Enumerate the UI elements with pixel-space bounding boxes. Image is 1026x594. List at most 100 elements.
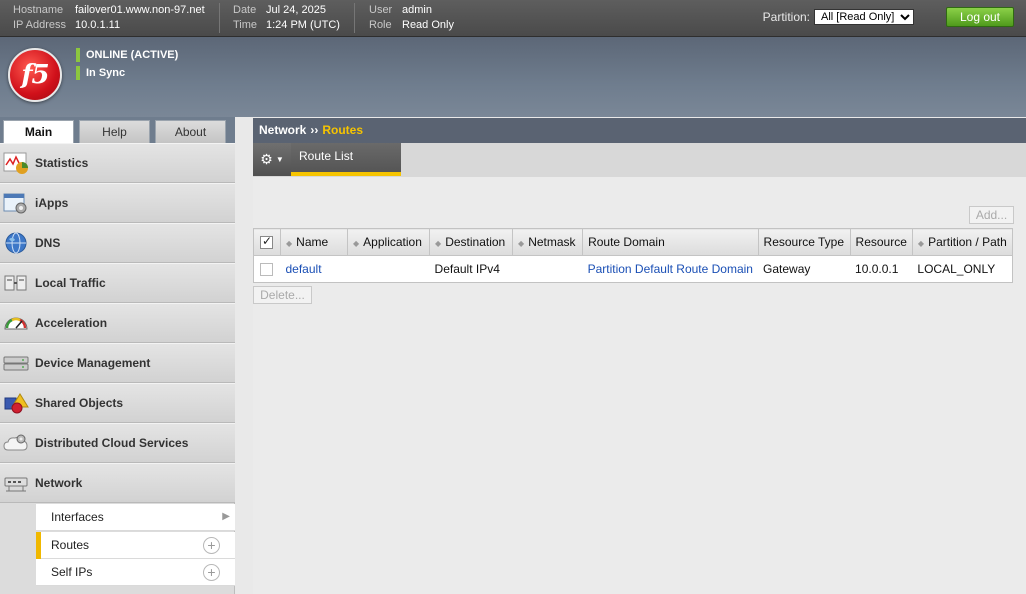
breadcrumb: Network ›› Routes: [253, 118, 1026, 143]
sidebar-item-label: Distributed Cloud Services: [35, 436, 189, 450]
cloud-gear-icon: [2, 430, 30, 456]
sidebar-item-distributed-cloud-services[interactable]: Distributed Cloud Services: [0, 423, 235, 463]
column-label: Resource: [855, 235, 907, 249]
sidebar-subitem-routes[interactable]: Routes +: [36, 532, 235, 559]
sidebar-subitem-self-ips[interactable]: Self IPs +: [36, 559, 235, 586]
chevron-right-icon: ▶: [222, 511, 230, 522]
cell-destination: Default IPv4: [434, 262, 500, 276]
status-banner: f5 ONLINE (ACTIVE) In Sync: [0, 37, 1026, 117]
sort-icon: ◆: [518, 239, 525, 248]
row-select-cell[interactable]: [254, 256, 281, 283]
main-content: Network››Routes ⚙▼ Route List Add... ◆Na…: [253, 118, 1026, 594]
user-info: User admin Role Read Only: [369, 3, 454, 33]
tab-route-list[interactable]: Route List: [291, 143, 401, 176]
delete-button[interactable]: Delete...: [253, 286, 312, 304]
role-value: Read Only: [402, 19, 454, 31]
f5-logo: f5: [8, 48, 62, 102]
sidebar: Statistics iApps DNS Local Traffic Accel…: [0, 143, 235, 594]
cell-application: [348, 256, 430, 283]
caret-down-icon: ▼: [275, 155, 284, 164]
page-tab-bar: ⚙ ▼ Route List: [253, 143, 1026, 177]
sidebar-item-acceleration[interactable]: Acceleration: [0, 303, 235, 343]
sidebar-item-dns[interactable]: DNS: [0, 223, 235, 263]
column-label: Resource Type: [763, 235, 845, 249]
tab-main[interactable]: Main: [3, 120, 74, 144]
gear-menu-button[interactable]: ⚙ ▼: [253, 143, 291, 176]
sidebar-item-label: Shared Objects: [35, 396, 124, 410]
sidebar-item-label: Device Management: [35, 356, 151, 370]
column-header-netmask[interactable]: ◆ Netmask: [512, 228, 584, 256]
cell-resource: 10.0.0.1: [855, 262, 899, 276]
sidebar-item-label: DNS: [35, 236, 61, 250]
route-name-link[interactable]: default: [286, 262, 322, 276]
column-label: Netmask: [528, 235, 576, 249]
dns-globe-icon: [2, 230, 30, 256]
time-label: Time: [233, 19, 258, 31]
column-header-application[interactable]: ◆ Application: [347, 228, 431, 256]
sort-icon: ◆: [353, 239, 360, 248]
column-label: Name: [296, 235, 329, 249]
hostname-value: failover01.www.non-97.net: [75, 4, 205, 16]
gear-icon: ⚙: [260, 151, 273, 167]
sort-icon: ◆: [286, 239, 293, 248]
sidebar-item-local-traffic[interactable]: Local Traffic: [0, 263, 235, 303]
partition-dropdown[interactable]: All [Read Only]: [814, 9, 914, 25]
logo-text: f5: [21, 60, 49, 90]
user-value: admin: [402, 4, 432, 16]
routes-table: ◆Name ◆Application ◆Destination ◆Netmask…: [253, 228, 1014, 283]
sidebar-item-device-management[interactable]: Device Management: [0, 343, 235, 383]
left-tab-bar: Main Help About: [0, 117, 235, 144]
header-divider: [219, 3, 220, 33]
column-header-resource: Resource: [850, 228, 913, 256]
row-checkbox[interactable]: [260, 263, 273, 277]
breadcrumb-parent[interactable]: Network: [259, 123, 306, 137]
status-online: ONLINE (ACTIVE): [76, 48, 178, 62]
breadcrumb-current: Routes: [322, 123, 364, 137]
add-button[interactable]: Add...: [969, 206, 1014, 224]
subitem-label: Interfaces: [51, 510, 104, 524]
column-header-partition-path[interactable]: ◆ Partition / Path: [912, 228, 1014, 256]
sidebar-item-iapps[interactable]: iApps: [0, 183, 235, 223]
route-domain-link[interactable]: Partition Default Route Domain: [588, 262, 753, 276]
column-label: Route Domain: [588, 235, 665, 249]
statistics-icon: [2, 150, 30, 176]
date-value: Jul 24, 2025: [266, 4, 326, 16]
subitem-label: Routes: [51, 538, 90, 552]
add-route-plus-icon[interactable]: +: [203, 537, 220, 554]
ip-address-label: IP Address: [13, 19, 66, 31]
column-header-destination[interactable]: ◆ Destination: [429, 228, 514, 256]
sidebar-item-label: Local Traffic: [35, 276, 106, 290]
logout-button[interactable]: Log out: [946, 7, 1014, 27]
sidebar-item-statistics[interactable]: Statistics: [0, 143, 235, 183]
column-label: Application: [363, 235, 422, 249]
partition-label: Partition:: [762, 10, 810, 24]
partition-selector: Partition: All [Read Only]: [763, 9, 914, 25]
acceleration-gauge-icon: [2, 310, 30, 336]
top-header-bar: Hostname failover01.www.non-97.net IP Add…: [0, 0, 1026, 37]
column-header-name[interactable]: ◆ Name: [280, 228, 349, 256]
add-self-ip-plus-icon[interactable]: +: [203, 564, 220, 581]
time-value: 1:24 PM (UTC): [266, 19, 340, 31]
local-traffic-icon: [2, 270, 30, 296]
select-all-header[interactable]: [253, 228, 281, 256]
column-label: Destination: [445, 235, 506, 249]
select-all-checkbox[interactable]: [260, 234, 273, 250]
tab-about[interactable]: About: [155, 120, 226, 143]
sidebar-item-label: Network: [35, 476, 83, 490]
sidebar-item-label: iApps: [35, 196, 69, 210]
column-label: Partition / Path: [928, 235, 1007, 249]
sidebar-item-shared-objects[interactable]: Shared Objects: [0, 383, 235, 423]
column-header-resource-type: Resource Type: [758, 228, 851, 256]
sidebar-item-label: Acceleration: [35, 316, 108, 330]
ip-address-value: 10.0.1.11: [75, 19, 121, 31]
tab-help[interactable]: Help: [79, 120, 150, 143]
breadcrumb-separator: ››: [310, 123, 319, 137]
sort-icon: ◆: [917, 239, 925, 248]
sidebar-item-network[interactable]: Network: [0, 463, 235, 503]
sidebar-item-label: Statistics: [35, 156, 89, 170]
cell-name: default: [281, 256, 348, 283]
sidebar-subitem-interfaces[interactable]: Interfaces ▶: [36, 504, 235, 531]
iapps-icon: [2, 190, 30, 216]
cell-partition-path: LOCAL_ONLY: [917, 262, 996, 276]
status-sync: In Sync: [76, 66, 125, 80]
